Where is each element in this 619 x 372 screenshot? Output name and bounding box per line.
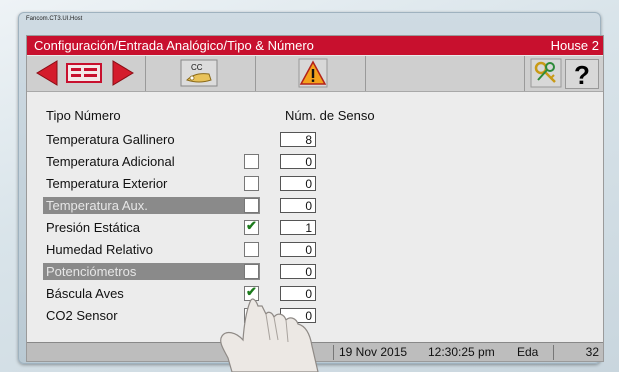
status-divider — [333, 345, 334, 360]
sensor-row-label: Potenciómetros — [43, 263, 260, 280]
toolbar-divider — [255, 56, 256, 91]
sensor-row-label: Temperatura Aux. — [43, 197, 260, 214]
sensor-row-label: Humedad Relativo — [46, 242, 153, 257]
keys-icon[interactable] — [529, 58, 563, 88]
arrow-left-icon[interactable] — [33, 58, 61, 88]
sensor-enable-checkbox[interactable] — [244, 176, 259, 191]
title-bar: Configuración/Entrada Analógico/Tipo & N… — [27, 36, 603, 55]
sensor-number-field[interactable]: 8 — [280, 132, 316, 147]
page-title: Configuración/Entrada Analógico/Tipo & N… — [34, 38, 314, 53]
toolbar-divider — [145, 56, 146, 91]
arrow-right-icon[interactable] — [109, 58, 137, 88]
status-age-value: 32 — [585, 345, 599, 359]
sensor-row-label: Temperatura Gallinero — [46, 132, 175, 147]
sensor-enable-checkbox[interactable] — [244, 154, 259, 169]
toolbar-divider — [524, 56, 525, 91]
warning-icon[interactable] — [297, 58, 329, 88]
checkmark-icon: ✔ — [246, 284, 257, 299]
content-area: Tipo Número Núm. de Senso Temperatura Ga… — [27, 92, 603, 342]
sensor-enable-checkbox[interactable] — [244, 308, 259, 323]
toolbar-divider — [365, 56, 366, 91]
help-button[interactable]: ? — [565, 59, 599, 90]
sensor-row-label: Temperatura Exterior — [46, 176, 168, 191]
cc-label: CC — [191, 63, 203, 72]
sensor-row-label: Presión Estática — [46, 220, 140, 235]
checkmark-icon: ✔ — [246, 218, 257, 233]
sensor-column-header: Núm. de Senso — [285, 108, 375, 123]
sensor-number-field[interactable]: 0 — [280, 154, 316, 169]
status-time: 12:30:25 pm — [428, 345, 495, 359]
status-bar: 19 Nov 2015 12:30:25 pm Eda 32 — [27, 342, 603, 361]
status-divider — [553, 345, 554, 360]
sensor-number-field[interactable]: 0 — [280, 264, 316, 279]
sensor-row-label: CO2 Sensor — [46, 308, 118, 323]
sensor-number-field[interactable]: 0 — [280, 308, 316, 323]
sensor-number-field[interactable]: 0 — [280, 242, 316, 257]
type-column-header: Tipo Número — [46, 108, 121, 123]
status-age-label: Eda — [517, 345, 539, 359]
sensor-enable-checkbox[interactable]: ✔ — [244, 218, 259, 235]
sensor-number-field[interactable]: 0 — [280, 198, 316, 213]
hmi-screen: Configuración/Entrada Analógico/Tipo & N… — [26, 35, 604, 362]
status-date: 19 Nov 2015 — [339, 345, 408, 359]
sensor-number-field[interactable]: 1 — [280, 220, 316, 235]
copy-config-icon[interactable]: CC — [179, 58, 219, 88]
sensor-number-field[interactable]: 0 — [280, 286, 316, 301]
sensor-row-label: Báscula Aves — [46, 286, 124, 301]
sensor-enable-checkbox[interactable] — [244, 198, 259, 213]
list-icon[interactable] — [65, 58, 103, 88]
house-label: House 2 — [550, 38, 599, 53]
sensor-enable-checkbox[interactable] — [244, 242, 259, 257]
sensor-enable-checkbox[interactable] — [244, 264, 259, 279]
host-window-title: Fancom.CT3.UI.Host — [26, 16, 83, 22]
toolbar: CC ? — [27, 56, 603, 92]
sensor-enable-checkbox[interactable]: ✔ — [244, 284, 259, 301]
sensor-row-label: Temperatura Adicional — [46, 154, 175, 169]
sensor-number-field[interactable]: 0 — [280, 176, 316, 191]
help-icon: ? — [574, 60, 590, 90]
